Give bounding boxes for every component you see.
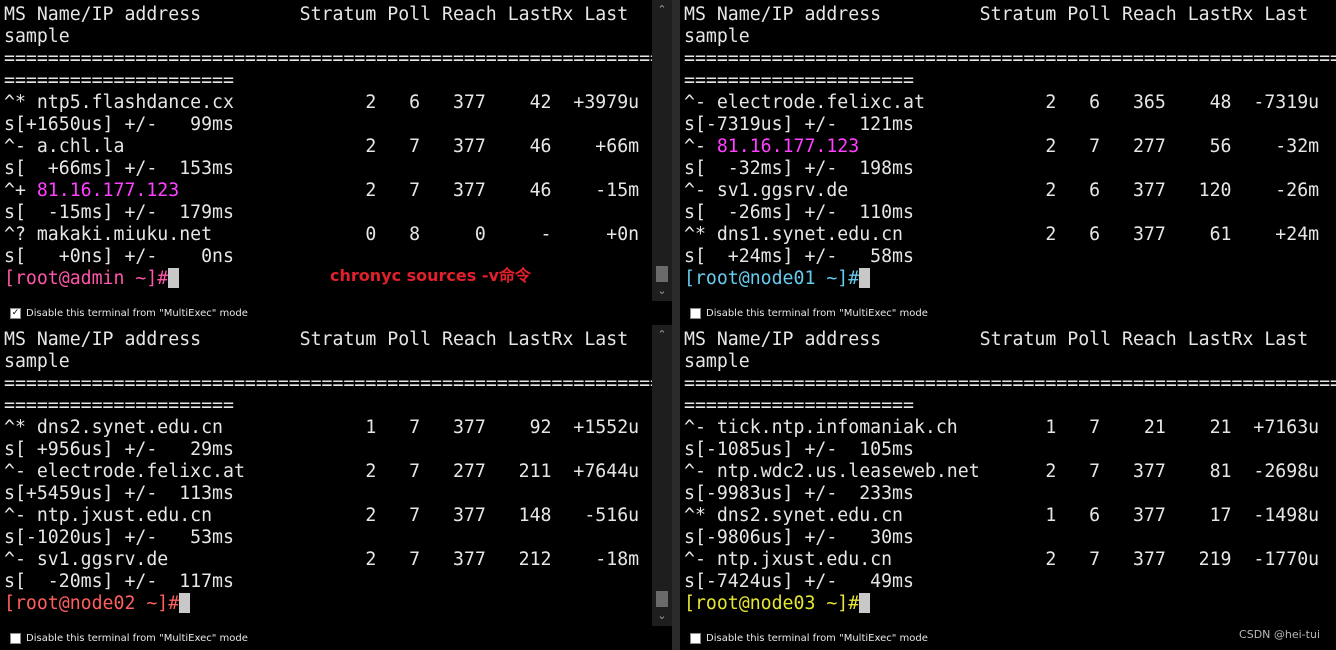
terminal-line: s[-1085us] +/- 105ms (684, 439, 914, 460)
text-cursor (168, 268, 180, 288)
terminal-line: ========================================… (4, 373, 652, 394)
terminal-line: MS Name/IP address Stratum Poll Reach La… (684, 329, 1309, 350)
terminal-line: s[ +66ms] +/- 153ms (4, 158, 234, 179)
terminal-pane-3[interactable]: MS Name/IP address Stratum Poll Reach La… (680, 325, 1336, 650)
terminal-line: sample (684, 351, 750, 372)
terminal-line: ===================== (4, 395, 234, 416)
terminal-line: s[ -32ms] +/- 198ms (684, 158, 914, 179)
shell-prompt: [root@node02 ~]# (4, 593, 180, 614)
terminal-line: s[ +24ms] +/- 58ms (684, 246, 914, 267)
terminal-line: ^+ 81.16.177.123 2 7 377 46 -15m (4, 180, 652, 202)
text-cursor (179, 593, 191, 613)
terminal-line: s[ -15ms] +/- 179ms (4, 202, 234, 223)
terminal-line: s[+5459us] +/- 113ms (4, 483, 234, 504)
terminal-line: ===================== (4, 70, 234, 91)
watermark: CSDN @hei-tui (1239, 628, 1320, 641)
multiexec-label[interactable]: Disable this terminal from "MultiExec" m… (26, 633, 248, 644)
prompt-line[interactable]: [root@node01 ~]# (684, 268, 1336, 290)
terminal-line: ^- sv1.ggsrv.de 2 7 377 212 -18m (4, 549, 640, 570)
multiexec-checkbox[interactable]: ✓ (690, 307, 701, 319)
highlighted-address: 81.16.177.123 (716, 136, 860, 157)
terminal-line: ^- sv1.ggsrv.de 2 6 377 120 -26m (684, 180, 1320, 201)
prompt-line[interactable]: [root@admin ~]# (4, 268, 652, 290)
terminal-line: ========================================… (4, 48, 652, 69)
terminal-line: s[ +956us] +/- 29ms (4, 439, 234, 460)
scroll-down-icon[interactable]: ⌄ (652, 283, 672, 299)
terminal-line: s[-7424us] +/- 49ms (684, 571, 914, 592)
pane-footer: ✓ Disable this terminal from "MultiExec" … (680, 626, 1336, 650)
terminal-line: s[-9983us] +/- 233ms (684, 483, 914, 504)
line-prefix: ^- (684, 136, 717, 157)
terminal-pane-2[interactable]: MS Name/IP address Stratum Poll Reach La… (0, 325, 672, 650)
terminal-line: ^* dns1.synet.edu.cn 2 6 377 61 +24m (684, 224, 1320, 245)
terminal-line: ^- ntp.jxust.edu.cn 2 7 377 219 -1770u (684, 549, 1320, 570)
terminal-line: ^* dns2.synet.edu.cn 1 7 377 92 +1552u (4, 417, 640, 438)
terminal-line: ^- electrode.felixc.at 2 6 365 48 -7319u (684, 92, 1320, 113)
scrollbar[interactable]: ⌃ ⌄ (652, 325, 672, 626)
shell-prompt: [root@node01 ~]# (684, 268, 860, 289)
pane-divider (672, 0, 680, 650)
multiexec-checkbox[interactable]: ✓ (10, 632, 21, 644)
terminal-line: ===================== (684, 395, 914, 416)
terminal-output[interactable]: MS Name/IP address Stratum Poll Reach La… (0, 325, 652, 626)
pane-footer: ✓ Disable this terminal from "MultiExec" … (0, 301, 672, 325)
scroll-thumb[interactable] (656, 266, 668, 282)
shell-prompt: [root@node03 ~]# (684, 593, 860, 614)
terminal-line: s[+1650us] +/- 99ms (4, 114, 234, 135)
terminal-line: sample (4, 26, 70, 47)
terminal-line: ^- tick.ntp.infomaniak.ch 1 7 21 21 +716… (684, 417, 1320, 438)
terminal-line: ^- electrode.felixc.at 2 7 277 211 +7644… (4, 461, 640, 482)
text-cursor (859, 593, 871, 613)
pane-footer: ✓ Disable this terminal from "MultiExec" … (0, 626, 672, 650)
shell-prompt: [root@admin ~]# (4, 268, 169, 289)
line-prefix: ^+ (4, 180, 37, 201)
line-suffix: 2 7 277 56 -32m (859, 136, 1320, 157)
terminal-line: ========================================… (684, 48, 1336, 69)
terminal-line: ^- ntp.jxust.edu.cn 2 7 377 148 -516u (4, 505, 640, 526)
terminal-line: ^* dns2.synet.edu.cn 1 6 377 17 -1498u (684, 505, 1320, 526)
terminal-line: ^* ntp5.flashdance.cx 2 6 377 42 +3979u (4, 92, 640, 113)
multiexec-checkbox[interactable]: ✓ (690, 632, 701, 644)
scroll-thumb[interactable] (656, 591, 668, 607)
terminal-line: ===================== (684, 70, 914, 91)
terminal-line: ^? makaki.miuku.net 0 8 0 - +0n (4, 224, 640, 245)
terminal-line: s[ +0ns] +/- 0ns (4, 246, 234, 267)
terminal-line: MS Name/IP address Stratum Poll Reach La… (4, 329, 629, 350)
terminal-pane-1[interactable]: MS Name/IP address Stratum Poll Reach La… (680, 0, 1336, 325)
terminal-output[interactable]: MS Name/IP address Stratum Poll Reach La… (0, 0, 652, 301)
prompt-line[interactable]: [root@node03 ~]# (684, 593, 1336, 615)
scroll-up-icon[interactable]: ⌃ (652, 2, 672, 18)
terminal-line: ^- a.chl.la 2 7 377 46 +66m (4, 136, 640, 157)
prompt-line[interactable]: [root@node02 ~]# (4, 593, 652, 615)
terminal-line: sample (4, 351, 70, 372)
terminal-line: ^- ntp.wdc2.us.leaseweb.net 2 7 377 81 -… (684, 461, 1320, 482)
highlighted-address: 81.16.177.123 (36, 180, 180, 201)
terminal-line: sample (684, 26, 750, 47)
terminal-line: s[-9806us] +/- 30ms (684, 527, 914, 548)
multiexec-label[interactable]: Disable this terminal from "MultiExec" m… (706, 308, 928, 319)
terminal-line: s[ -26ms] +/- 110ms (684, 202, 914, 223)
scroll-down-icon[interactable]: ⌄ (652, 608, 672, 624)
terminal-line: s[ -20ms] +/- 117ms (4, 571, 234, 592)
scrollbar[interactable]: ⌃ ⌄ (652, 0, 672, 301)
multiexec-checkbox[interactable]: ✓ (10, 307, 21, 319)
multiexec-label[interactable]: Disable this terminal from "MultiExec" m… (706, 633, 928, 644)
terminal-output[interactable]: MS Name/IP address Stratum Poll Reach La… (680, 0, 1336, 301)
multiexec-label[interactable]: Disable this terminal from "MultiExec" m… (26, 308, 248, 319)
text-cursor (859, 268, 871, 288)
terminal-line: ========================================… (684, 373, 1336, 394)
pane-footer: ✓ Disable this terminal from "MultiExec" … (680, 301, 1336, 325)
terminal-line: s[-7319us] +/- 121ms (684, 114, 914, 135)
terminal-line: ^- 81.16.177.123 2 7 277 56 -32m (684, 136, 1336, 158)
annotation-text: chronyc sources -v命令 (330, 266, 531, 285)
terminal-output[interactable]: MS Name/IP address Stratum Poll Reach La… (680, 325, 1336, 626)
terminal-line: s[-1020us] +/- 53ms (4, 527, 234, 548)
terminal-line: MS Name/IP address Stratum Poll Reach La… (4, 4, 629, 25)
terminal-line: MS Name/IP address Stratum Poll Reach La… (684, 4, 1309, 25)
scroll-up-icon[interactable]: ⌃ (652, 327, 672, 343)
line-suffix: 2 7 377 46 -15m (179, 180, 640, 201)
